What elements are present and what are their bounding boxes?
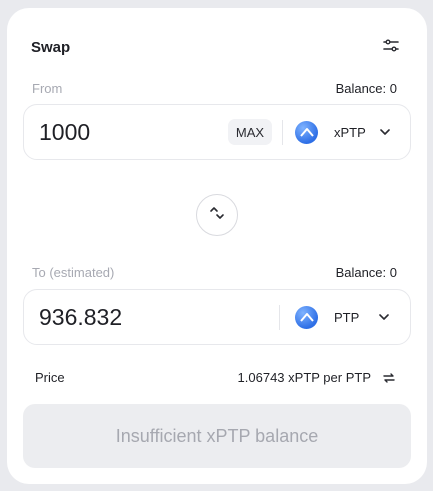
ptp-token-icon (295, 305, 318, 329)
switch-arrows-icon (206, 202, 228, 229)
chevron-down-icon (377, 310, 391, 324)
from-label: From (32, 81, 63, 96)
switch-direction-button[interactable] (196, 194, 238, 236)
card-title: Swap (31, 39, 71, 56)
invert-price-icon[interactable] (381, 370, 397, 386)
to-balance: Balance: 0 (335, 265, 397, 280)
xptp-token-icon (295, 120, 318, 144)
to-label-row: To (estimated) Balance: 0 (32, 265, 397, 281)
price-row: Price 1.06743 xPTP per PTP (35, 370, 397, 386)
from-token-select[interactable]: xPTP (295, 115, 392, 149)
max-button[interactable]: MAX (228, 119, 272, 145)
to-field: PTP (23, 289, 411, 345)
from-token-name: xPTP (334, 124, 366, 140)
price-value: 1.06743 xPTP per PTP (237, 370, 371, 385)
price-label: Price (35, 370, 65, 385)
from-divider (282, 120, 283, 145)
submit-button[interactable]: Insufficient xPTP balance (23, 404, 411, 468)
to-divider (279, 305, 280, 330)
from-label-row: From Balance: 0 (32, 81, 397, 97)
chevron-down-icon (378, 125, 392, 139)
settings-icon[interactable] (380, 36, 402, 56)
from-amount-input[interactable] (39, 117, 219, 147)
to-label: To (estimated) (32, 265, 115, 280)
to-token-name: PTP (334, 309, 360, 325)
to-amount-input[interactable] (39, 302, 219, 332)
from-field: MAX xPTP (23, 104, 411, 160)
from-balance: Balance: 0 (335, 81, 397, 96)
to-token-select[interactable]: PTP (295, 300, 391, 334)
